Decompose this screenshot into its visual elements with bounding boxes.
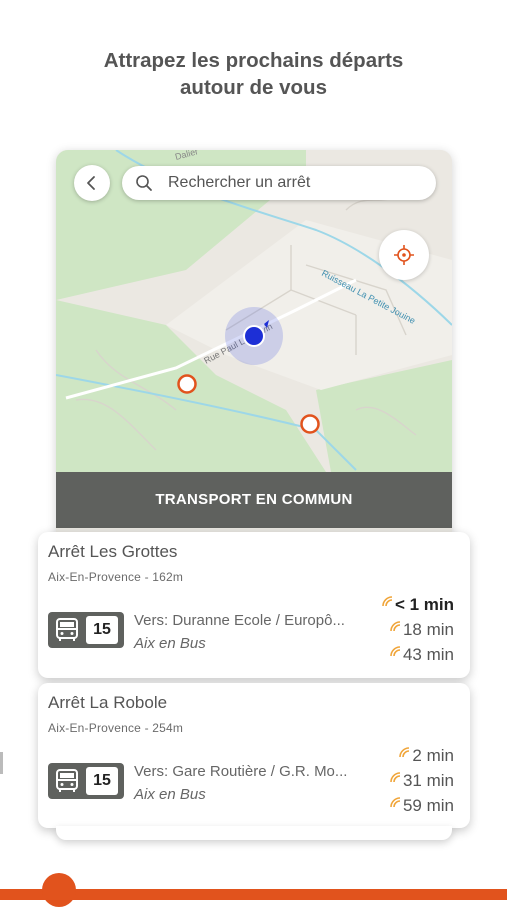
map-view[interactable]: Rue Paul Langevin Ruisseau La Petite Jou… <box>56 150 452 472</box>
search-bar[interactable] <box>122 166 436 200</box>
search-icon <box>134 173 154 193</box>
stop-location-distance: Aix-En-Provence - 162m <box>48 570 184 584</box>
direction: Vers: Gare Routière / G.R. Mo... <box>134 763 348 780</box>
line-number: 15 <box>86 616 118 644</box>
departure-time: 43 min <box>381 642 454 667</box>
stop-location-distance: Aix-En-Provence - 254m <box>48 721 184 735</box>
line-badge: 15 <box>48 612 124 648</box>
network-name: Aix en Bus <box>134 786 206 803</box>
bus-icon <box>56 618 78 641</box>
transport-filter-bar[interactable]: TRANSPORT EN COMMUN <box>56 472 452 528</box>
network-name: Aix en Bus <box>134 635 206 652</box>
app-screen: Rue Paul Langevin Ruisseau La Petite Jou… <box>56 150 452 545</box>
headline-line-1: Attrapez les prochains départs <box>103 49 404 72</box>
realtime-icon <box>399 746 410 757</box>
line-number: 15 <box>86 767 118 795</box>
line-badge: 15 <box>48 763 124 799</box>
edge-marker <box>0 752 3 774</box>
stop-marker[interactable] <box>300 414 320 434</box>
bus-icon <box>56 769 78 792</box>
chevron-left-icon <box>87 176 95 190</box>
stop-card[interactable]: Arrêt Les Grottes Aix-En-Provence - 162m… <box>38 532 470 678</box>
crosshair-icon <box>394 245 414 265</box>
headline-line-2: autour de vous <box>180 76 327 99</box>
stop-marker[interactable] <box>177 374 197 394</box>
bottom-accent-dot <box>42 873 76 907</box>
departure-time: 18 min <box>381 617 454 642</box>
departure-time: 31 min <box>389 768 454 793</box>
user-location-marker <box>225 307 283 365</box>
stop-name: Arrêt Les Grottes <box>48 542 178 561</box>
stop-card[interactable]: Arrêt La Robole Aix-En-Provence - 254m 1… <box>38 683 470 828</box>
departure-time: 59 min <box>389 793 454 818</box>
back-button[interactable] <box>74 165 110 201</box>
direction: Vers: Duranne Ecole / Europô... <box>134 612 345 629</box>
headline: Attrapez les prochains départs autour de… <box>0 47 507 101</box>
realtime-icon <box>390 645 401 656</box>
locate-me-button[interactable] <box>379 230 429 280</box>
realtime-icon <box>382 595 393 606</box>
realtime-icon <box>390 771 401 782</box>
departure-time: < 1 min <box>381 592 454 617</box>
bottom-accent-bar <box>0 889 507 900</box>
realtime-icon <box>390 796 401 807</box>
stop-name: Arrêt La Robole <box>48 693 168 712</box>
departure-times: 2 min 31 min 59 min <box>389 743 454 818</box>
departure-time: 2 min <box>389 743 454 768</box>
search-input[interactable] <box>168 174 418 192</box>
realtime-icon <box>390 620 401 631</box>
card-stack-edge <box>56 826 452 840</box>
departure-times: < 1 min 18 min 43 min <box>381 592 454 667</box>
